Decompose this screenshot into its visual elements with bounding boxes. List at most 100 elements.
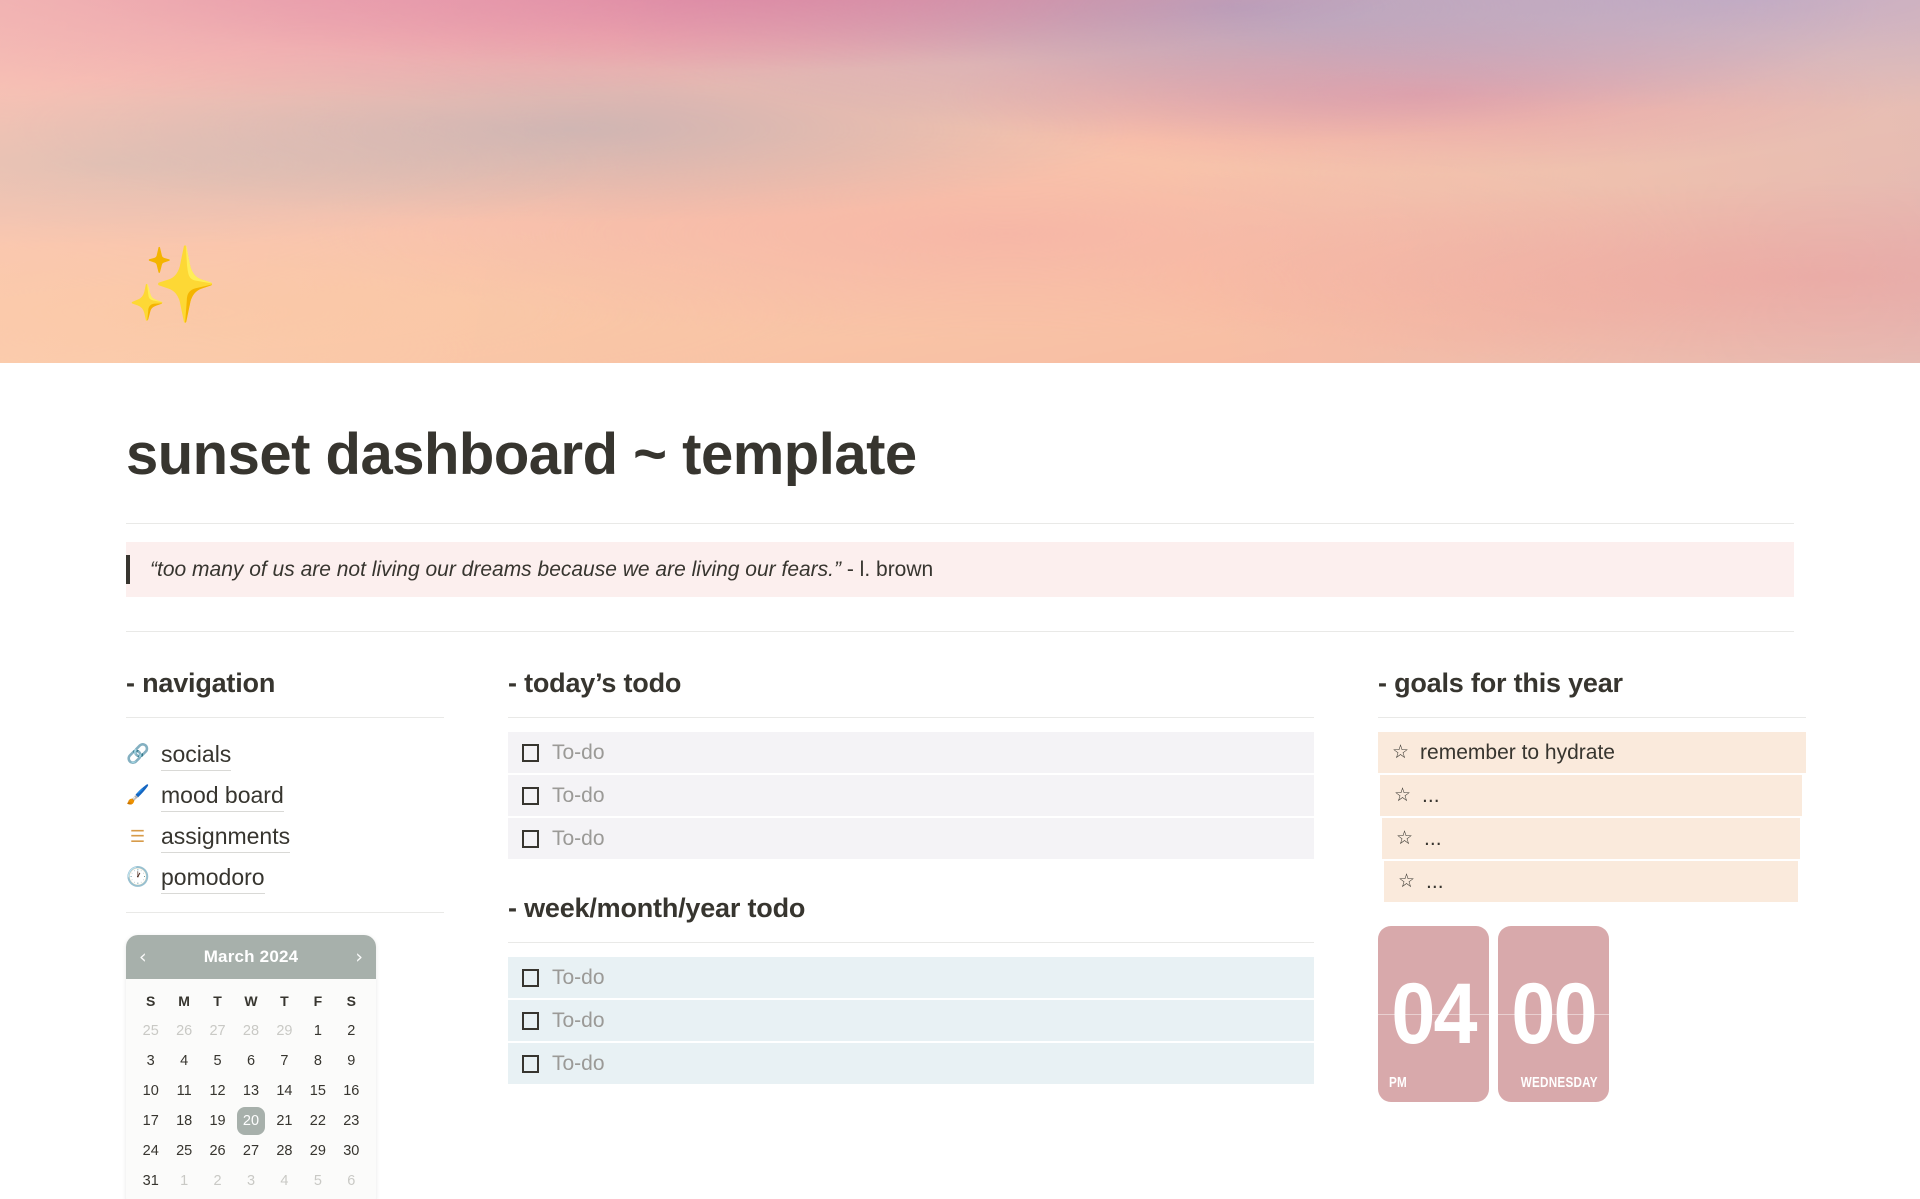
nav-label-socials[interactable]: socials <box>161 739 232 771</box>
calendar-day[interactable]: 23 <box>335 1107 368 1135</box>
calendar-day[interactable]: 2 <box>335 1017 368 1045</box>
list-item[interactable]: ☆ remember to hydrate <box>1378 732 1806 774</box>
checkbox-unchecked[interactable] <box>522 786 539 805</box>
goal-text[interactable]: ... <box>1422 784 1440 808</box>
calendar-weekday-0: S <box>146 993 156 1010</box>
navigation-column: - navigation 🔗 socials 🖌️ mood board ☰ a… <box>126 668 444 1199</box>
calendar-day[interactable]: 17 <box>134 1107 167 1135</box>
calendar-day[interactable]: 22 <box>301 1107 334 1135</box>
calendar-day[interactable]: 10 <box>134 1077 167 1105</box>
list-item[interactable]: ☆ ... <box>1380 775 1802 817</box>
todo-text[interactable]: To-do <box>552 1009 605 1033</box>
calendar-day[interactable]: 25 <box>167 1137 200 1165</box>
calendar-day[interactable]: 31 <box>134 1167 167 1195</box>
checkbox-unchecked[interactable] <box>522 968 539 987</box>
calendar-day[interactable]: 3 <box>234 1167 267 1195</box>
calendar-day[interactable]: 12 <box>201 1077 234 1105</box>
clock-weekday: WEDNESDAY <box>1520 1074 1598 1092</box>
calendar-day[interactable]: 1 <box>167 1167 200 1195</box>
calendar-day[interactable]: 29 <box>268 1017 301 1045</box>
todo-text[interactable]: To-do <box>552 784 605 808</box>
cover-banner <box>0 0 1920 363</box>
goal-text[interactable]: ... <box>1424 827 1442 851</box>
todo-text[interactable]: To-do <box>552 827 605 851</box>
calendar-day[interactable]: 29 <box>301 1137 334 1165</box>
calendar-day[interactable]: 19 <box>201 1107 234 1135</box>
sidebar-item-mood-board[interactable]: 🖌️ mood board <box>126 775 444 816</box>
calendar-weekday-4: T <box>280 993 289 1010</box>
list-item[interactable]: To-do <box>508 1000 1314 1042</box>
page-title[interactable]: sunset dashboard ~ template <box>126 363 1794 487</box>
page-content: ✨ sunset dashboard ~ template “too many … <box>0 248 1920 1199</box>
title-divider <box>126 522 1794 524</box>
goals-heading: - goals for this year <box>1378 668 1623 699</box>
checkbox-unchecked[interactable] <box>522 829 539 848</box>
goal-text[interactable]: remember to hydrate <box>1420 741 1615 765</box>
calendar-day[interactable]: 3 <box>134 1047 167 1075</box>
calendar-day[interactable]: 25 <box>134 1017 167 1045</box>
calendar-day[interactable]: 8 <box>301 1047 334 1075</box>
navigation-list: 🔗 socials 🖌️ mood board ☰ assignments 🕐 … <box>126 734 444 898</box>
calendar-day[interactable]: 5 <box>201 1047 234 1075</box>
list-item[interactable]: To-do <box>508 818 1314 860</box>
chevron-left-icon[interactable]: ‹ <box>139 947 147 967</box>
calendar-day[interactable]: 24 <box>134 1137 167 1165</box>
calendar-day[interactable]: 26 <box>167 1017 200 1045</box>
chevron-right-icon[interactable]: › <box>355 947 363 967</box>
sidebar-item-socials[interactable]: 🔗 socials <box>126 734 444 775</box>
checkbox-unchecked[interactable] <box>522 1011 539 1030</box>
calendar-day[interactable]: 4 <box>268 1167 301 1195</box>
calendar-day[interactable]: 7 <box>268 1047 301 1075</box>
calendar-day[interactable]: 11 <box>167 1077 200 1105</box>
calendar-day[interactable]: 1 <box>301 1017 334 1045</box>
navigation-divider <box>126 717 444 719</box>
nav-label-mood-board[interactable]: mood board <box>161 780 284 812</box>
checkbox-unchecked[interactable] <box>522 1054 539 1073</box>
todo-text[interactable]: To-do <box>552 741 605 765</box>
nav-label-pomodoro[interactable]: pomodoro <box>161 862 265 894</box>
list-item[interactable]: ☆ ... <box>1382 818 1800 860</box>
calendar-day[interactable]: 6 <box>335 1167 368 1195</box>
calendar-widget[interactable]: ‹ March 2024 › S M T W T F S 25 26 27 28 29 1 2 3 4 5 6 7 8… <box>126 935 376 1199</box>
calendar-day-selected[interactable]: 20 <box>236 1107 265 1136</box>
todo-text[interactable]: To-do <box>552 966 605 990</box>
goal-text[interactable]: ... <box>1426 870 1444 894</box>
quote-callout[interactable]: “too many of us are not living our dream… <box>126 541 1794 598</box>
calendar-day[interactable]: 16 <box>335 1077 368 1105</box>
goals-divider <box>1378 717 1806 719</box>
calendar-day[interactable]: 30 <box>335 1137 368 1165</box>
calendar-day[interactable]: 2 <box>201 1167 234 1195</box>
sidebar-item-assignments[interactable]: ☰ assignments <box>126 816 444 857</box>
list-item[interactable]: To-do <box>508 775 1314 817</box>
calendar-day[interactable]: 6 <box>234 1047 267 1075</box>
calendar-day[interactable]: 14 <box>268 1077 301 1105</box>
nav-label-assignments[interactable]: assignments <box>161 821 291 853</box>
goals-list: ☆ remember to hydrate ☆ ... ☆ ... ☆ ... <box>1378 732 1806 903</box>
calendar-weekday-5: F <box>313 993 323 1010</box>
calendar-day[interactable]: 28 <box>268 1137 301 1165</box>
calendar-day[interactable]: 4 <box>167 1047 200 1075</box>
today-todo-heading: - today’s todo <box>508 668 682 699</box>
calendar-day[interactable]: 26 <box>201 1137 234 1165</box>
period-todo-heading: - week/month/year todo <box>508 893 806 924</box>
checkbox-unchecked[interactable] <box>522 743 539 762</box>
calendar-day[interactable]: 18 <box>167 1107 200 1135</box>
calendar-day[interactable]: 27 <box>234 1137 267 1165</box>
calendar-day[interactable]: 9 <box>335 1047 368 1075</box>
calendar-day[interactable]: 15 <box>301 1077 334 1105</box>
calendar-day[interactable]: 27 <box>201 1017 234 1045</box>
list-item[interactable]: To-do <box>508 1043 1314 1085</box>
list-item[interactable]: To-do <box>508 732 1314 774</box>
calendar-weekday-3: W <box>244 993 258 1010</box>
calendar-day[interactable]: 28 <box>234 1017 267 1045</box>
calendar-day[interactable]: 21 <box>268 1107 301 1135</box>
calendar-day[interactable]: 13 <box>234 1077 267 1105</box>
sidebar-item-pomodoro[interactable]: 🕐 pomodoro <box>126 857 444 898</box>
calendar-day[interactable]: 5 <box>301 1167 334 1195</box>
todo-text[interactable]: To-do <box>552 1052 605 1076</box>
list-item[interactable]: To-do <box>508 957 1314 999</box>
star-icon: ☆ <box>1392 741 1410 764</box>
todo-column: - today’s todo To-do To-do To-do - week/… <box>508 668 1314 1199</box>
list-item[interactable]: ☆ ... <box>1384 861 1798 903</box>
